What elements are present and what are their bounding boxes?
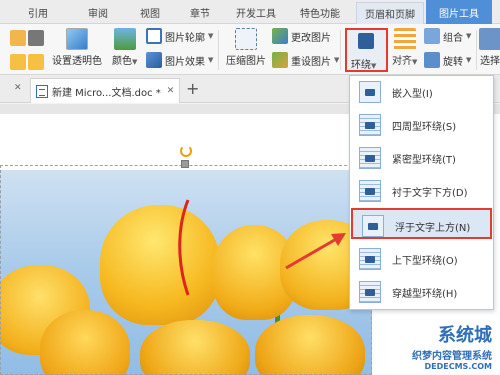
through-wrap-icon bbox=[359, 281, 381, 303]
effect-icon bbox=[146, 52, 162, 68]
watermark-small: 织梦内容管理系统 bbox=[412, 351, 492, 362]
tab-references[interactable]: 引用 bbox=[28, 5, 48, 20]
menu-item-label: 衬于文字下方(D) bbox=[392, 188, 468, 199]
wrap-button[interactable]: 环绕▼ bbox=[345, 28, 388, 72]
color-icon bbox=[113, 28, 136, 50]
color-button[interactable]: 颜色▼ bbox=[112, 28, 137, 67]
menu-item-label: 浮于文字上方(N) bbox=[395, 223, 471, 234]
rotate-button[interactable]: 旋转 ▼ bbox=[424, 52, 471, 68]
chevron-down-icon: ▼ bbox=[466, 32, 472, 40]
menu-item-through[interactable]: 穿越型环绕(H) bbox=[350, 276, 493, 307]
set-transparent-button[interactable]: 设置透明色 bbox=[52, 28, 102, 67]
select-button[interactable]: 选择 bbox=[479, 28, 500, 67]
menu-item-behind-text[interactable]: 衬于文字下方(D) bbox=[350, 175, 493, 206]
rotate-handle-icon[interactable] bbox=[180, 145, 192, 157]
tab-header-footer[interactable]: 页眉和页脚 bbox=[356, 2, 424, 24]
select-label: 选择 bbox=[480, 56, 500, 67]
menu-item-label: 嵌入型(I) bbox=[392, 89, 433, 100]
brightness-icon[interactable] bbox=[10, 30, 26, 46]
menu-item-label: 四周型环绕(S) bbox=[392, 122, 457, 133]
menu-item-label: 紧密型环绕(T) bbox=[392, 155, 456, 166]
tab-view[interactable]: 视图 bbox=[140, 5, 160, 20]
rotate-label: 旋转 bbox=[443, 56, 463, 68]
chevron-down-icon: ▼ bbox=[412, 58, 418, 66]
picture-effect-label: 图片效果 bbox=[165, 56, 205, 68]
document-tab[interactable]: 新建 Micro...文档.doc * ✕ bbox=[30, 78, 180, 103]
wrap-label: 环绕 bbox=[351, 60, 371, 71]
group-button[interactable]: 组合 ▼ bbox=[424, 28, 471, 44]
tab-picture-tools[interactable]: 图片工具 bbox=[426, 0, 492, 24]
menu-item-in-front-of-text[interactable]: 浮于文字上方(N) bbox=[351, 208, 492, 239]
outline-icon bbox=[146, 28, 162, 44]
align-icon bbox=[393, 28, 416, 50]
wrap-dropdown-menu: 嵌入型(I) 四周型环绕(S) 紧密型环绕(T) 衬于文字下方(D) 浮于文字上… bbox=[349, 75, 494, 310]
close-icon[interactable]: ✕ bbox=[167, 86, 175, 96]
menu-item-top-bottom[interactable]: 上下型环绕(O) bbox=[350, 243, 493, 274]
ribbon: 设置透明色 颜色▼ 图片轮廓 ▼ 图片效果 ▼ 压缩图片 更改图片 重设图片 ▼… bbox=[0, 24, 500, 75]
change-picture-icon bbox=[272, 28, 288, 44]
divider bbox=[218, 30, 219, 70]
menu-item-tight[interactable]: 紧密型环绕(T) bbox=[350, 142, 493, 173]
chevron-down-icon: ▼ bbox=[371, 62, 377, 70]
document-tab-title: 新建 Micro...文档.doc * bbox=[52, 87, 161, 99]
menu-item-square[interactable]: 四周型环绕(S) bbox=[350, 109, 493, 140]
resize-handle[interactable] bbox=[181, 160, 189, 168]
watermark: 系统城 织梦内容管理系统 DEDECMS.COM bbox=[412, 321, 492, 371]
change-picture-button[interactable]: 更改图片 bbox=[272, 28, 331, 44]
behind-text-icon bbox=[359, 180, 381, 202]
group-label: 组合 bbox=[443, 32, 463, 44]
chevron-down-icon: ▼ bbox=[466, 56, 472, 64]
set-transparent-label: 设置透明色 bbox=[52, 56, 102, 67]
divider bbox=[340, 30, 341, 70]
new-tab-button[interactable]: + bbox=[186, 79, 199, 98]
contrast-icon[interactable] bbox=[28, 30, 44, 46]
picture-selection-frame bbox=[0, 165, 372, 375]
picture-outline-button[interactable]: 图片轮廓 ▼ bbox=[146, 28, 213, 44]
reset-picture-label: 重设图片 bbox=[291, 56, 331, 68]
wrap-icon bbox=[358, 33, 374, 49]
group-icon bbox=[424, 28, 440, 44]
picture-outline-label: 图片轮廓 bbox=[165, 32, 205, 44]
tab-special-features[interactable]: 特色功能 bbox=[300, 5, 340, 20]
align-label: 对齐 bbox=[392, 56, 412, 67]
chevron-down-icon: ▼ bbox=[334, 56, 340, 64]
compress-picture-button[interactable]: 压缩图片 bbox=[226, 28, 266, 67]
compress-label: 压缩图片 bbox=[226, 56, 266, 67]
watermark-big: 系统城 bbox=[438, 325, 492, 346]
color-label: 颜色 bbox=[112, 56, 132, 67]
rotate-icon bbox=[424, 52, 440, 68]
tab-chapter[interactable]: 章节 bbox=[190, 5, 210, 20]
document-icon bbox=[36, 84, 48, 98]
sun-icon[interactable] bbox=[10, 54, 26, 70]
chevron-down-icon: ▼ bbox=[208, 32, 214, 40]
tab-review[interactable]: 审阅 bbox=[88, 5, 108, 20]
reset-picture-button[interactable]: 重设图片 ▼ bbox=[272, 52, 339, 68]
align-button[interactable]: 对齐▼ bbox=[392, 28, 417, 67]
select-icon bbox=[479, 28, 500, 50]
sun-dim-icon[interactable] bbox=[28, 54, 44, 70]
transparent-color-icon bbox=[66, 28, 88, 50]
watermark-tiny: DEDECMS.COM bbox=[424, 362, 492, 371]
menu-item-label: 上下型环绕(O) bbox=[392, 256, 458, 267]
tab-developer[interactable]: 开发工具 bbox=[236, 5, 276, 20]
top-bottom-wrap-icon bbox=[359, 248, 381, 270]
close-icon[interactable]: ✕ bbox=[14, 83, 22, 93]
change-picture-label: 更改图片 bbox=[291, 32, 331, 44]
menu-item-label: 穿越型环绕(H) bbox=[392, 289, 458, 300]
divider bbox=[476, 30, 477, 70]
menu-tab-bar: 引用 审阅 视图 章节 开发工具 特色功能 页眉和页脚 图片工具 bbox=[0, 0, 500, 24]
compress-icon bbox=[235, 28, 257, 50]
menu-item-inline[interactable]: 嵌入型(I) bbox=[350, 76, 493, 107]
chevron-down-icon: ▼ bbox=[208, 56, 214, 64]
picture-effect-button[interactable]: 图片效果 ▼ bbox=[146, 52, 213, 68]
square-wrap-icon bbox=[359, 114, 381, 136]
in-front-of-text-icon bbox=[362, 215, 384, 237]
chevron-down-icon: ▼ bbox=[132, 58, 138, 66]
reset-picture-icon bbox=[272, 52, 288, 68]
tight-wrap-icon bbox=[359, 147, 381, 169]
inline-wrap-icon bbox=[359, 81, 381, 103]
